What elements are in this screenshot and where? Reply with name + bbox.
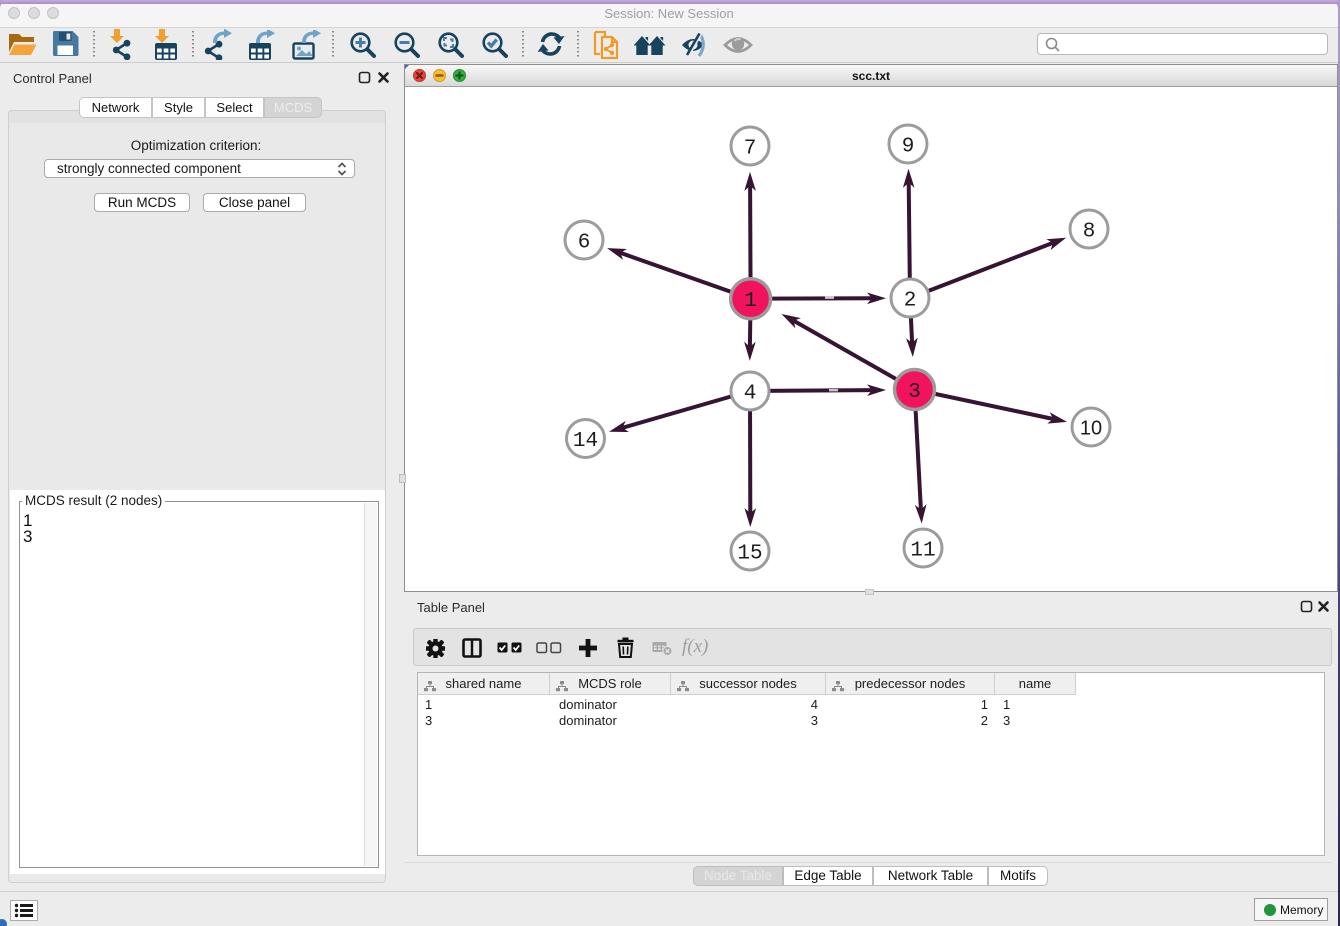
svg-text:14: 14 <box>573 430 598 453</box>
svg-text:10: 10 <box>1080 418 1102 440</box>
svg-text:3: 3 <box>908 381 921 404</box>
svg-text:4: 4 <box>744 383 757 406</box>
svg-text:2: 2 <box>904 290 917 313</box>
svg-text:1: 1 <box>744 290 757 313</box>
svg-text:11: 11 <box>910 540 935 563</box>
svg-text:6: 6 <box>578 232 591 255</box>
svg-text:9: 9 <box>902 136 915 159</box>
svg-text:15: 15 <box>737 543 762 566</box>
svg-text:7: 7 <box>744 138 757 161</box>
svg-text:8: 8 <box>1083 221 1096 244</box>
